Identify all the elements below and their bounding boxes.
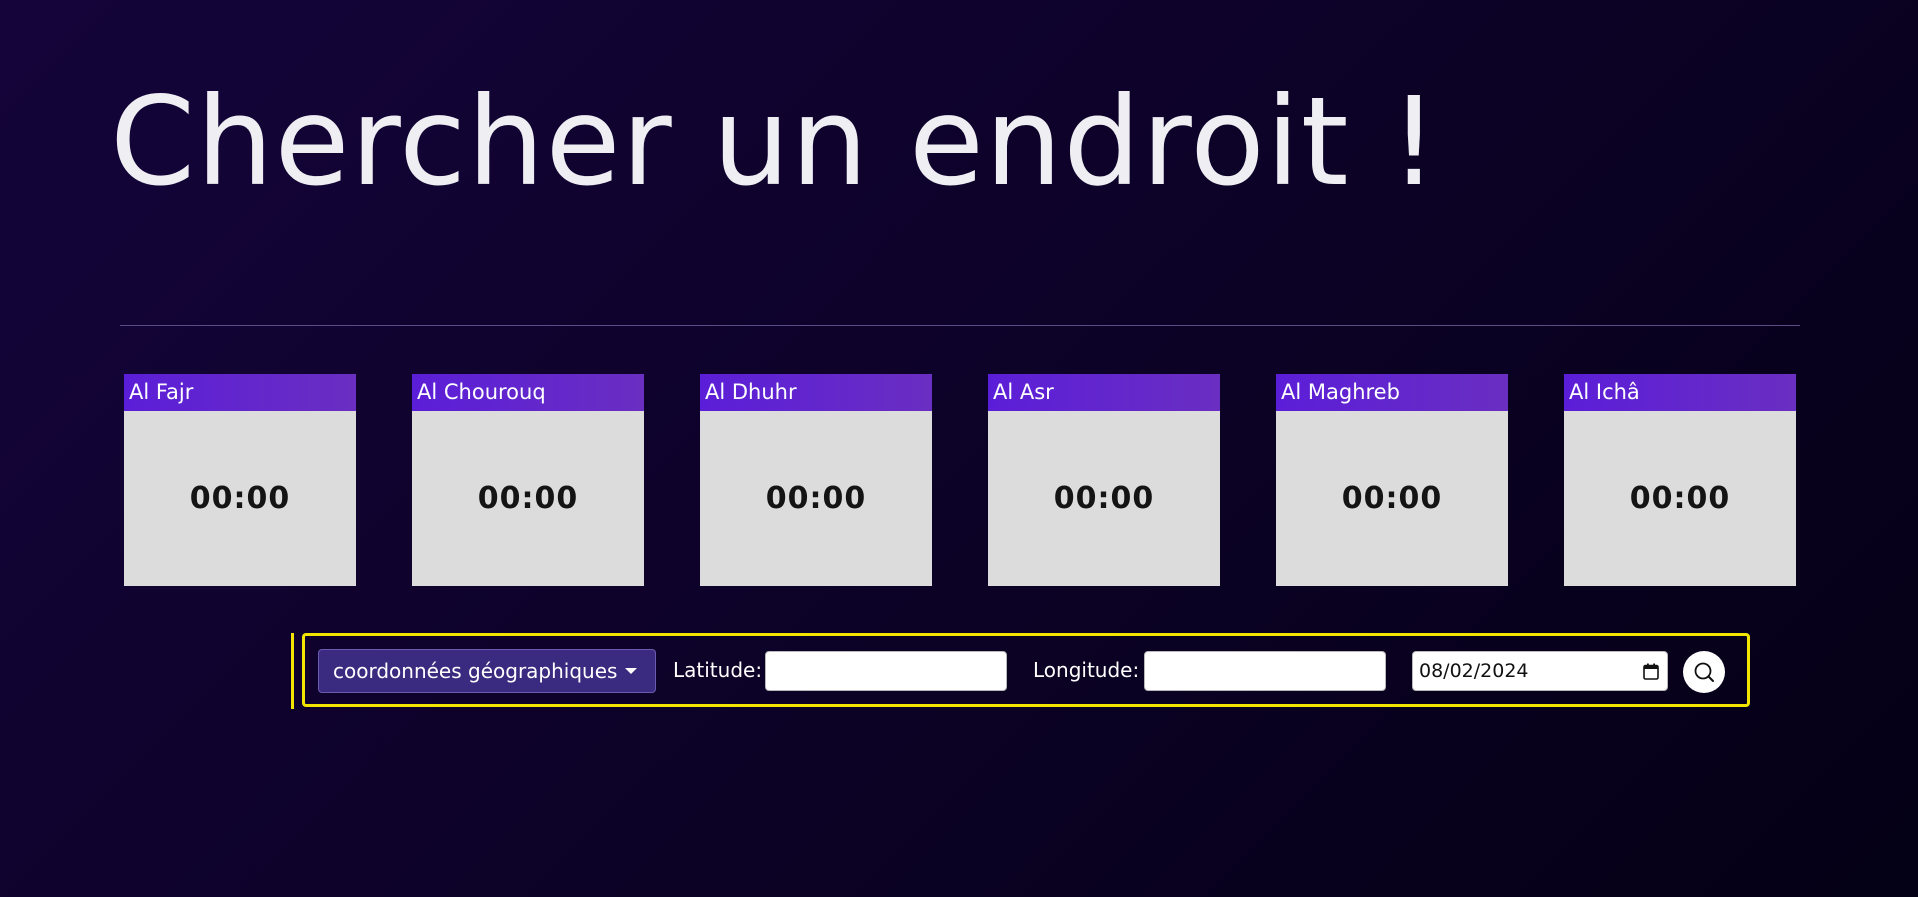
- search-button[interactable]: [1683, 651, 1725, 693]
- prayer-time-box: 00:00: [1564, 411, 1796, 586]
- prayer-name: Al Asr: [988, 374, 1220, 411]
- prayer-name: Al Chourouq: [412, 374, 644, 411]
- prayer-time-box: 00:00: [412, 411, 644, 586]
- chevron-down-icon: [625, 668, 638, 674]
- prayer-name: Al Fajr: [124, 374, 356, 411]
- search-icon: [1694, 662, 1714, 682]
- prayer-time-box: 00:00: [124, 411, 356, 586]
- prayer-time: 00:00: [1341, 481, 1443, 516]
- prayer-name: Al Maghreb: [1276, 374, 1508, 411]
- search-mode-label: coordonnées géographiques: [333, 659, 618, 683]
- longitude-label: Longitude:: [1033, 658, 1140, 682]
- page-title: Chercher un endroit !: [110, 71, 1440, 213]
- prayer-card-fajr: Al Fajr 00:00: [124, 374, 356, 586]
- calendar-icon[interactable]: [1643, 663, 1659, 680]
- prayer-time-box: 00:00: [1276, 411, 1508, 586]
- longitude-input[interactable]: [1144, 651, 1386, 691]
- prayer-card-asr: Al Asr 00:00: [988, 374, 1220, 586]
- prayer-time-box: 00:00: [700, 411, 932, 586]
- divider: [120, 325, 1800, 326]
- prayer-name: Al Ichâ: [1564, 374, 1796, 411]
- search-mode-dropdown[interactable]: coordonnées géographiques: [318, 649, 656, 693]
- prayer-card-maghreb: Al Maghreb 00:00: [1276, 374, 1508, 586]
- prayer-time: 00:00: [189, 481, 291, 516]
- latitude-label: Latitude:: [673, 658, 763, 682]
- date-input[interactable]: 08/02/2024: [1412, 651, 1668, 691]
- prayer-name: Al Dhuhr: [700, 374, 932, 411]
- prayer-time: 00:00: [477, 481, 579, 516]
- latitude-input[interactable]: [765, 651, 1007, 691]
- prayer-time: 00:00: [1053, 481, 1155, 516]
- date-value: 08/02/2024: [1419, 660, 1529, 682]
- prayer-time: 00:00: [765, 481, 867, 516]
- prayer-card-icha: Al Ichâ 00:00: [1564, 374, 1796, 586]
- location-search-bar: coordonnées géographiques Latitude: Long…: [291, 633, 1750, 709]
- prayer-card-dhuhr: Al Dhuhr 00:00: [700, 374, 932, 586]
- prayer-times-list: Al Fajr 00:00 Al Chourouq 00:00 Al Dhuhr…: [124, 374, 1796, 586]
- prayer-card-chourouq: Al Chourouq 00:00: [412, 374, 644, 586]
- prayer-time: 00:00: [1629, 481, 1731, 516]
- prayer-time-box: 00:00: [988, 411, 1220, 586]
